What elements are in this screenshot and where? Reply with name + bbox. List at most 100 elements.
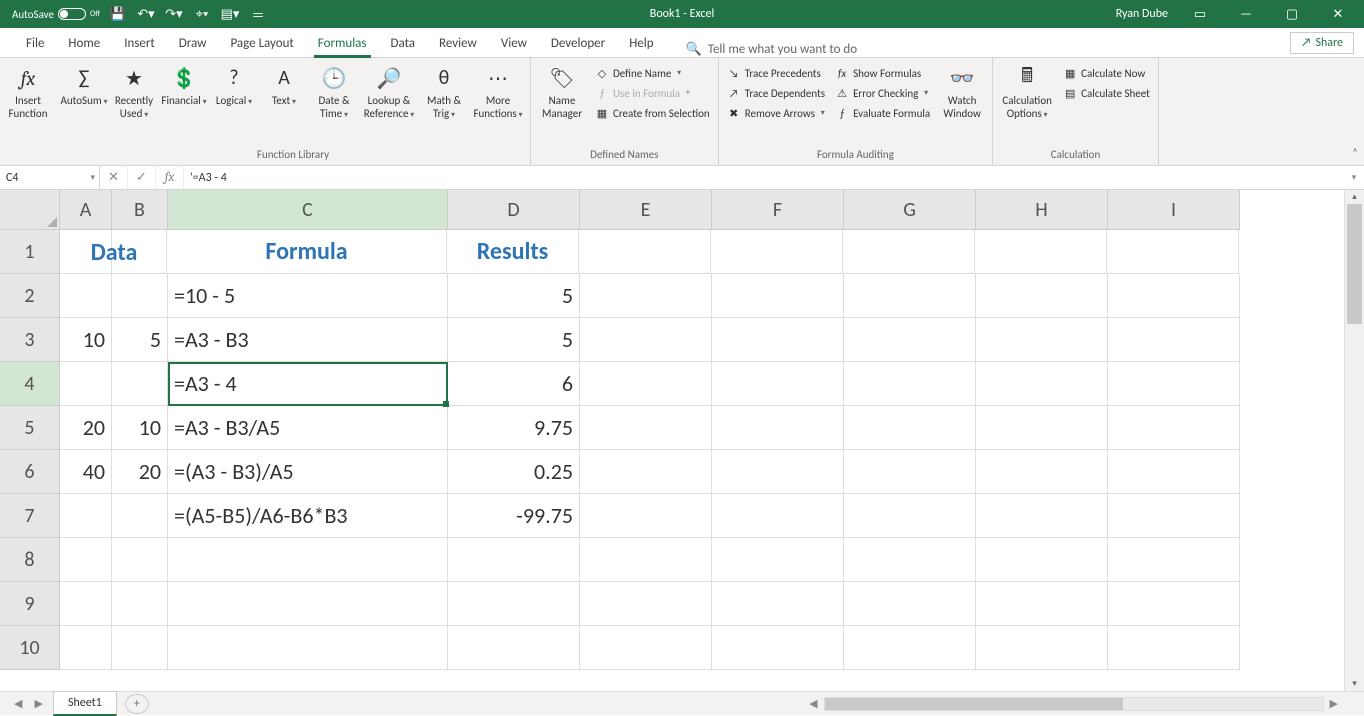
col-head-e[interactable]: E	[580, 190, 712, 230]
tab-developer[interactable]: Developer	[539, 30, 617, 57]
save-icon[interactable]: 💾	[108, 4, 128, 24]
cell-d1[interactable]: Results	[447, 230, 579, 274]
cell-h5[interactable]	[976, 406, 1108, 450]
cell-b7[interactable]	[112, 494, 168, 538]
cell-d2[interactable]: 5	[448, 274, 580, 318]
row-head-5[interactable]: 5	[0, 406, 60, 450]
cell-i4[interactable]	[1108, 362, 1240, 406]
cell-i6[interactable]	[1108, 450, 1240, 494]
math-trig-button[interactable]: θMath & Trig	[420, 60, 468, 120]
cell-c8[interactable]	[168, 538, 448, 582]
cell-i7[interactable]	[1108, 494, 1240, 538]
calculation-options-button[interactable]: 🖩Calculation Options	[997, 60, 1057, 120]
col-head-i[interactable]: I	[1108, 190, 1240, 230]
trace-precedents-button[interactable]: ↘Trace Precedents	[723, 64, 829, 82]
cell-h10[interactable]	[976, 626, 1108, 670]
col-head-h[interactable]: H	[976, 190, 1108, 230]
tab-data[interactable]: Data	[379, 30, 428, 57]
cell-c4[interactable]: =A3 - 4	[168, 362, 448, 406]
cell-e6[interactable]	[580, 450, 712, 494]
cell-i9[interactable]	[1108, 582, 1240, 626]
cell-a3[interactable]: 10	[60, 318, 112, 362]
date-time-button[interactable]: 🕒Date & Time	[310, 60, 358, 120]
cell-e5[interactable]	[580, 406, 712, 450]
enter-formula-icon[interactable]: ✓	[128, 166, 156, 189]
cell-i2[interactable]	[1108, 274, 1240, 318]
tab-formulas[interactable]: Formulas	[306, 30, 379, 57]
error-checking-button[interactable]: ⚠Error Checking ▾	[831, 84, 934, 102]
share-button[interactable]: ↗ Share	[1290, 32, 1354, 54]
name-box[interactable]: C4	[0, 166, 100, 189]
cell-e4[interactable]	[580, 362, 712, 406]
cell-f9[interactable]	[712, 582, 844, 626]
customize-qat-icon[interactable]: ▤▾	[220, 4, 240, 24]
user-name[interactable]: Ryan Dube	[1108, 7, 1176, 21]
cell-f10[interactable]	[712, 626, 844, 670]
redo-icon[interactable]: ↷▾	[164, 4, 184, 24]
lookup-reference-button[interactable]: 🔎Lookup & Reference	[360, 60, 418, 120]
tab-draw[interactable]: Draw	[167, 30, 219, 57]
col-head-d[interactable]: D	[448, 190, 580, 230]
financial-button[interactable]: 💲Financial	[160, 60, 208, 107]
cell-c6[interactable]: =(A3 - B3)/A5	[168, 450, 448, 494]
tab-file[interactable]: File	[14, 30, 56, 57]
logical-button[interactable]: ?Logical	[210, 60, 258, 107]
cell-b9[interactable]	[112, 582, 168, 626]
more-functions-button[interactable]: ⋯More Functions	[470, 60, 526, 120]
cell-g6[interactable]	[844, 450, 976, 494]
cells-area[interactable]: Formula Results Data =10 - 5 5 10 5 =A3 …	[60, 230, 1344, 691]
recently-used-button[interactable]: ★Recently Used	[110, 60, 158, 120]
undo-icon[interactable]: ↶▾	[136, 4, 156, 24]
cell-i8[interactable]	[1108, 538, 1240, 582]
touch-mode-icon[interactable]: ⌖▾	[192, 4, 212, 24]
col-head-a[interactable]: A	[60, 190, 112, 230]
cell-h8[interactable]	[976, 538, 1108, 582]
cell-c9[interactable]	[168, 582, 448, 626]
cell-g1[interactable]	[843, 230, 975, 274]
scroll-thumb-v[interactable]	[1347, 204, 1362, 324]
row-head-8[interactable]: 8	[0, 538, 60, 582]
cell-a10[interactable]	[60, 626, 112, 670]
col-head-f[interactable]: F	[712, 190, 844, 230]
prev-sheet-icon[interactable]: ◀	[8, 697, 28, 710]
insert-function-button[interactable]: fx Insert Function	[4, 60, 52, 120]
cell-f2[interactable]	[712, 274, 844, 318]
tab-home[interactable]: Home	[56, 30, 112, 57]
cell-b4[interactable]	[112, 362, 168, 406]
cell-f8[interactable]	[712, 538, 844, 582]
cell-c10[interactable]	[168, 626, 448, 670]
cell-h1[interactable]	[975, 230, 1107, 274]
cell-b6[interactable]: 20	[112, 450, 168, 494]
cell-d7[interactable]: -99.75	[448, 494, 580, 538]
cell-d10[interactable]	[448, 626, 580, 670]
cell-f3[interactable]	[712, 318, 844, 362]
cell-a4[interactable]	[60, 362, 112, 406]
cell-e1[interactable]	[579, 230, 711, 274]
qat-dropdown-icon[interactable]: ＝	[248, 4, 268, 24]
cell-g5[interactable]	[844, 406, 976, 450]
row-head-1[interactable]: 1	[0, 230, 60, 274]
name-manager-button[interactable]: 🏷Name Manager	[535, 60, 589, 120]
tab-insert[interactable]: Insert	[112, 30, 167, 57]
cell-a7[interactable]	[60, 494, 112, 538]
cell-c1[interactable]: Formula	[167, 230, 447, 274]
horizontal-scrollbar[interactable]: ◀ ▶	[149, 692, 1364, 715]
select-all-button[interactable]	[0, 190, 60, 230]
cell-e2[interactable]	[580, 274, 712, 318]
cell-a1[interactable]	[60, 230, 112, 274]
tell-me-search[interactable]: 🔍 Tell me what you want to do	[686, 42, 858, 57]
next-sheet-icon[interactable]: ▶	[28, 697, 48, 710]
col-head-g[interactable]: G	[844, 190, 976, 230]
cancel-formula-icon[interactable]: ✕	[100, 166, 128, 189]
tab-page-layout[interactable]: Page Layout	[218, 30, 305, 57]
cell-d5[interactable]: 9.75	[448, 406, 580, 450]
remove-arrows-button[interactable]: ✖Remove Arrows ▾	[723, 104, 829, 122]
cell-g9[interactable]	[844, 582, 976, 626]
cell-i5[interactable]	[1108, 406, 1240, 450]
cell-h9[interactable]	[976, 582, 1108, 626]
cell-f5[interactable]	[712, 406, 844, 450]
cell-i3[interactable]	[1108, 318, 1240, 362]
cell-b1[interactable]	[111, 230, 167, 274]
cell-h2[interactable]	[976, 274, 1108, 318]
cell-a5[interactable]: 20	[60, 406, 112, 450]
